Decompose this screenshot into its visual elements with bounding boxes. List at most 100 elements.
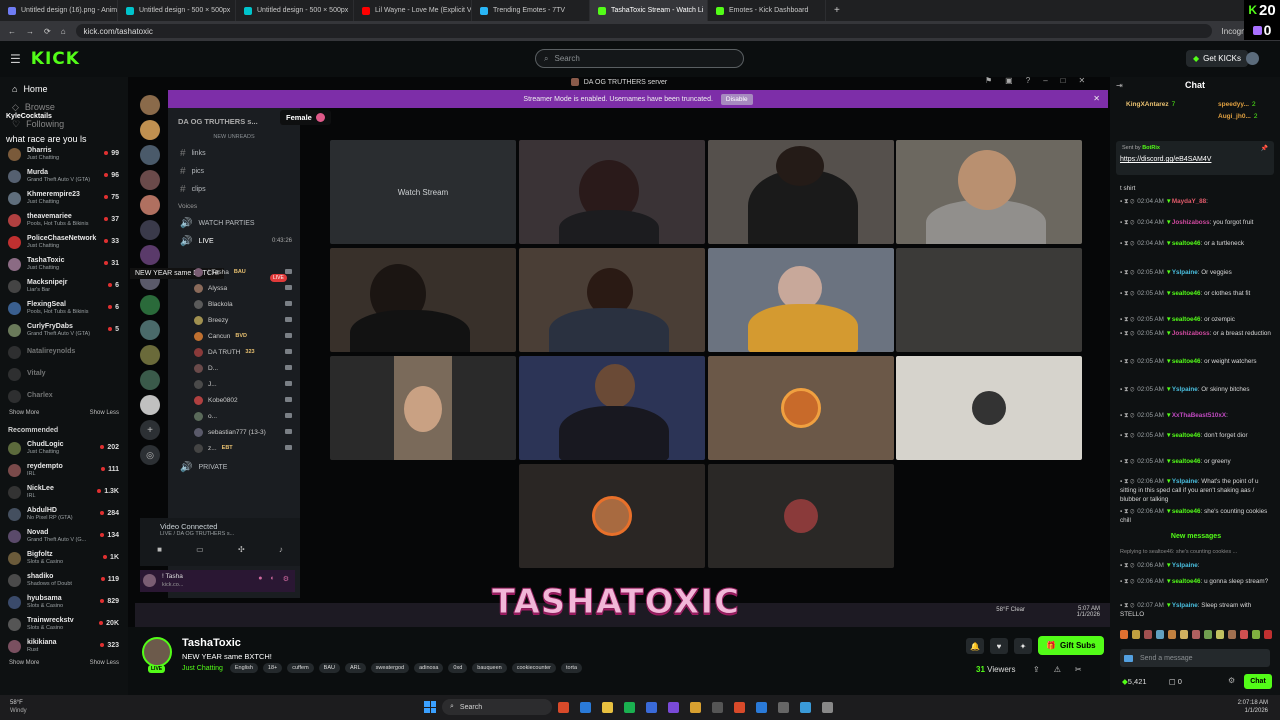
banner-close-icon[interactable]: ✕ <box>1093 94 1100 103</box>
mod-tools-icon[interactable]: ▪ ⧗ ⊘ <box>1120 412 1134 419</box>
clip-icon[interactable]: ✂ <box>1075 665 1082 674</box>
server-icon[interactable] <box>140 370 160 390</box>
participant-tile[interactable] <box>519 356 705 460</box>
voice-member[interactable]: DA TRUTH 323 <box>168 344 300 360</box>
participant-tile[interactable] <box>519 248 705 352</box>
server-icon[interactable] <box>140 195 160 215</box>
kicks-balance[interactable]: ◆5,421 <box>1122 677 1147 686</box>
taskbar-app-icon[interactable] <box>734 702 745 713</box>
chat-message[interactable]: ▪ ⧗ ⊘ 02:05 AM ▼Joshizaboss: or a breast … <box>1120 329 1272 338</box>
chat-message[interactable]: ▪ ⧗ ⊘ 02:05 AM ▼XxThaBeast510xX: <box>1120 411 1272 420</box>
participant-tile[interactable] <box>896 356 1082 460</box>
taskbar-app-icon[interactable] <box>558 702 569 713</box>
message-username[interactable]: Yslpaine <box>1172 269 1198 276</box>
emote-icon[interactable] <box>1156 630 1164 639</box>
mic-icon[interactable]: ● <box>258 575 262 583</box>
taskbar-app-icon[interactable] <box>778 702 789 713</box>
chat-message[interactable]: ▪ ⧗ ⊘ 02:05 AM ▼Yslpaine: Or skinny bitch… <box>1120 385 1272 394</box>
stream-category[interactable]: Just Chatting <box>182 665 223 672</box>
bell-icon[interactable]: 🔔 <box>966 638 984 654</box>
emote-icon[interactable] <box>1180 630 1188 639</box>
home-icon[interactable]: ⌂ <box>61 27 66 36</box>
text-channel[interactable]: # pics <box>168 162 300 180</box>
sidebar-channel[interactable]: ChudLogic Just Chatting 202 <box>0 437 128 459</box>
nav-browse[interactable]: ◇ Browse <box>0 100 128 114</box>
browser-tab[interactable]: Trending Emotes - 7TV <box>472 0 590 21</box>
mod-tools-icon[interactable]: ▪ ⧗ ⊘ <box>1120 316 1134 323</box>
emote-picker-icon[interactable] <box>1124 655 1133 662</box>
message-username[interactable]: Joshizaboss <box>1172 219 1210 226</box>
chat-message[interactable]: ▪ ⧗ ⊘ 02:07 AM ▼Yslpaine: Sleep stream wi… <box>1120 601 1272 619</box>
user-avatar[interactable] <box>1246 52 1259 65</box>
taskbar-app-icon[interactable] <box>668 702 679 713</box>
message-username[interactable]: sealtoe46 <box>1172 508 1201 515</box>
sidebar-channel[interactable]: NickLee IRL 1.3K <box>0 481 128 503</box>
sidebar-channel[interactable]: Bigfoltz Slots & Casino 1K <box>0 547 128 569</box>
stream-tag[interactable]: torta <box>561 663 583 673</box>
chat-message[interactable]: t shirt <box>1120 184 1272 193</box>
message-username[interactable]: XxThaBeast510xX <box>1172 412 1226 419</box>
participant-tile[interactable] <box>708 248 894 352</box>
mod-tools-icon[interactable]: ▪ ⧗ ⊘ <box>1120 269 1134 276</box>
reload-icon[interactable]: ⟳ <box>44 27 51 36</box>
mod-tools-icon[interactable]: ▪ ⧗ ⊘ <box>1120 578 1134 585</box>
sidebar-channel[interactable]: AbdulHD No Pixel RP (GTA) 284 <box>0 503 128 525</box>
server-icon[interactable] <box>140 220 160 240</box>
voice-member[interactable]: Cancun BVD <box>168 328 300 344</box>
stream-tag[interactable]: sweatergod <box>370 663 410 673</box>
emote-icon[interactable] <box>1240 630 1248 639</box>
message-username[interactable]: MaydaY_88 <box>1172 198 1206 205</box>
browser-tab[interactable]: Untitled design - 500 × 500px <box>118 0 236 21</box>
stream-tag[interactable]: English <box>229 663 258 673</box>
message-username[interactable]: sealtoe46 <box>1172 458 1201 465</box>
chat-message[interactable]: ▪ ⧗ ⊘ 02:05 AM ▼sealtoe46: or weight watc… <box>1120 357 1272 366</box>
camera-icon[interactable]: ■ <box>157 545 162 554</box>
headphones-icon[interactable]: ◐ <box>270 575 274 583</box>
sidebar-channel[interactable]: FlexingSeal Pools, Hot Tubs & Bikinis 6 <box>0 297 128 319</box>
mod-tools-icon[interactable]: ▪ ⧗ ⊘ <box>1120 432 1134 439</box>
channel-points[interactable]: ▢ 0 <box>1169 677 1182 686</box>
pin-icon[interactable]: 📌 <box>1261 145 1268 152</box>
browser-tab[interactable]: Lil Wayne - Love Me (Explicit V <box>354 0 472 21</box>
voice-member[interactable]: z... EBT <box>168 440 300 456</box>
voice-member[interactable]: Breezy <box>168 312 300 328</box>
share-icon[interactable]: ⇪ <box>1033 665 1040 674</box>
taskbar-app-icon[interactable] <box>646 702 657 713</box>
sidebar-channel[interactable]: TashaToxic Just Chatting 31 <box>0 253 128 275</box>
sidebar-channel[interactable]: Novad Grand Theft Auto V (G... 134 <box>0 525 128 547</box>
emote-icon[interactable] <box>1192 630 1200 639</box>
voice-member[interactable]: ! Tasha BAU <box>168 264 300 280</box>
chat-message[interactable]: ▪ ⧗ ⊘ 02:05 AM ▼sealtoe46: don't forget d… <box>1120 431 1272 440</box>
maximize-icon[interactable]: □ <box>1061 76 1066 85</box>
message-username[interactable]: Yslpaine <box>1172 602 1198 609</box>
pin-icon[interactable]: ✦ <box>1014 638 1032 654</box>
gift-subs-button[interactable]: 🎁 Gift Subs <box>1038 636 1104 655</box>
server-icon[interactable] <box>140 295 160 315</box>
sidebar-channel[interactable]: Macksnipejr Liar's Bar 6 <box>0 275 128 297</box>
stream-tag[interactable]: bauqueen <box>472 663 507 673</box>
server-icon[interactable] <box>140 145 160 165</box>
taskbar-app-icon[interactable] <box>602 702 613 713</box>
watch-stream-tile[interactable]: Watch Stream <box>330 140 516 244</box>
chat-message[interactable]: ▪ ⧗ ⊘ 02:04 AM ▼Joshizaboss: you forgot f… <box>1120 218 1272 227</box>
mod-tools-icon[interactable]: ▪ ⧗ ⊘ <box>1120 290 1134 297</box>
message-username[interactable]: sealtoe46 <box>1172 578 1201 585</box>
participant-tile[interactable] <box>330 356 516 460</box>
sidebar-channel[interactable]: Murda Grand Theft Auto V (GTA) 96 <box>0 165 128 187</box>
stream-tag[interactable]: 0xd <box>448 663 468 673</box>
emote-icon[interactable] <box>1144 630 1152 639</box>
emote-icon[interactable] <box>1216 630 1224 639</box>
chat-message[interactable]: ▪ ⧗ ⊘ 02:05 AM ▼Yslpaine: Or veggies <box>1120 268 1272 277</box>
sidebar-channel-offline[interactable]: Vitaly <box>0 363 128 385</box>
message-username[interactable]: Yslpaine <box>1172 386 1198 393</box>
message-username[interactable]: sealtoe46 <box>1172 240 1201 247</box>
chat-settings-icon[interactable]: ⚙ <box>1228 676 1235 685</box>
rec-show-more-button[interactable]: Show More <box>9 660 39 666</box>
server-icon[interactable] <box>140 320 160 340</box>
chat-message[interactable]: ▪ ⧗ ⊘ 02:04 AM ▼sealtoe46: or a turtlenec… <box>1120 239 1272 248</box>
voice-channel-watch-parties[interactable]: 🔊 WATCH PARTIES <box>168 214 300 232</box>
mod-tools-icon[interactable]: ▪ ⧗ ⊘ <box>1120 198 1134 205</box>
add-server-icon[interactable]: + <box>140 420 160 440</box>
participant-tile[interactable] <box>330 248 516 352</box>
text-channel[interactable]: # clips <box>168 180 300 198</box>
